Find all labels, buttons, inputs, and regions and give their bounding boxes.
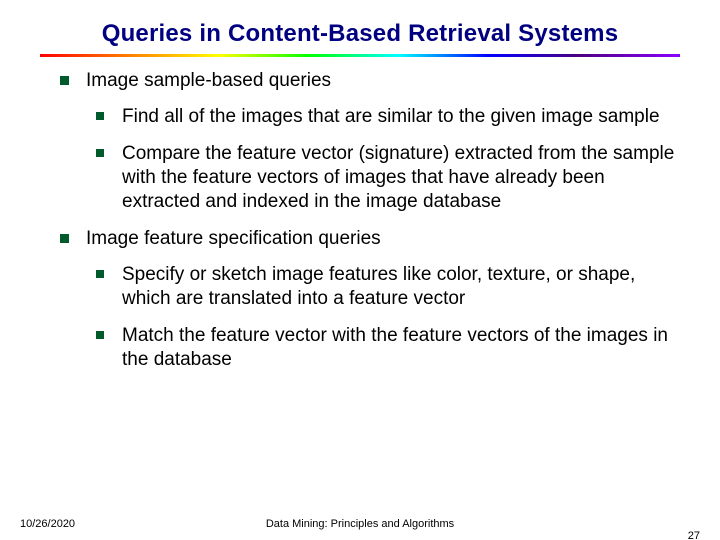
- list-item: Find all of the images that are similar …: [96, 105, 676, 129]
- list-item: Image feature specification queries: [60, 227, 676, 251]
- section-heading: Image feature specification queries: [86, 228, 381, 249]
- list-text: Match the feature vector with the featur…: [122, 325, 668, 370]
- square-bullet-icon: [60, 234, 69, 243]
- square-bullet-icon: [96, 149, 104, 157]
- square-bullet-icon: [96, 112, 104, 120]
- list-text: Specify or sketch image features like co…: [122, 264, 635, 309]
- footer-center: Data Mining: Principles and Algorithms: [0, 518, 720, 530]
- footer-page-number: 27: [688, 530, 700, 540]
- list-item: Specify or sketch image features like co…: [96, 263, 676, 312]
- section-heading: Image sample-based queries: [86, 70, 331, 91]
- slide-title: Queries in Content-Based Retrieval Syste…: [0, 0, 720, 54]
- list-text: Find all of the images that are similar …: [122, 106, 660, 127]
- list-item: Match the feature vector with the featur…: [96, 324, 676, 373]
- slide-footer: 10/26/2020 Data Mining: Principles and A…: [0, 518, 720, 530]
- list-item: Image sample-based queries: [60, 69, 676, 93]
- list-item: Compare the feature vector (signature) e…: [96, 142, 676, 215]
- square-bullet-icon: [96, 270, 104, 278]
- slide: Queries in Content-Based Retrieval Syste…: [0, 0, 720, 540]
- footer-date: 10/26/2020: [20, 518, 75, 530]
- list-text: Compare the feature vector (signature) e…: [122, 143, 674, 213]
- title-underline: [40, 54, 680, 57]
- slide-content: Image sample-based queries Find all of t…: [0, 69, 720, 372]
- square-bullet-icon: [60, 76, 69, 85]
- square-bullet-icon: [96, 331, 104, 339]
